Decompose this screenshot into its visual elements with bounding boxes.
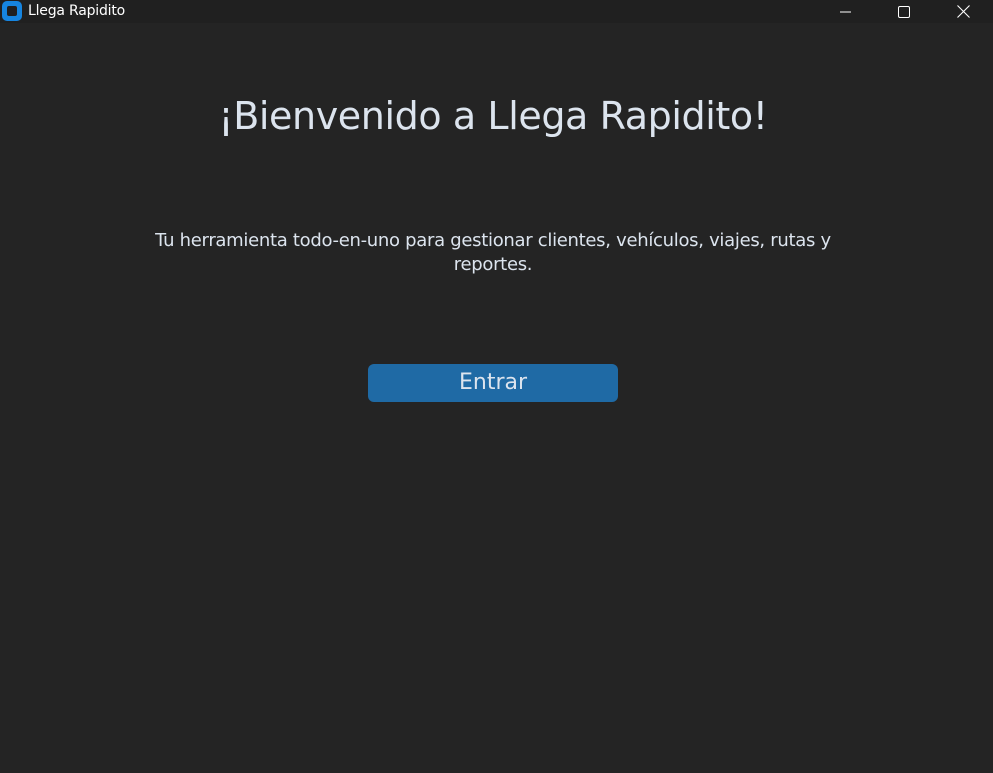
close-button[interactable]: [934, 0, 992, 23]
maximize-icon: [898, 5, 910, 18]
minimize-button[interactable]: [817, 0, 875, 23]
minimize-icon: [840, 11, 851, 12]
welcome-subtitle: Tu herramienta todo-en-uno para gestiona…: [155, 230, 831, 275]
title-bar[interactable]: Llega Rapidito: [0, 0, 993, 23]
close-icon: [956, 5, 970, 18]
welcome-heading: ¡Bienvenido a Llega Rapidito!: [218, 94, 768, 138]
app-logo-icon: [2, 1, 22, 21]
window-title: Llega Rapidito: [28, 3, 126, 19]
enter-button[interactable]: Entrar: [368, 364, 618, 402]
maximize-button[interactable]: [875, 0, 933, 23]
app-window: Llega Rapidito ¡Bienvenido a Llega Rapid…: [0, 0, 993, 773]
